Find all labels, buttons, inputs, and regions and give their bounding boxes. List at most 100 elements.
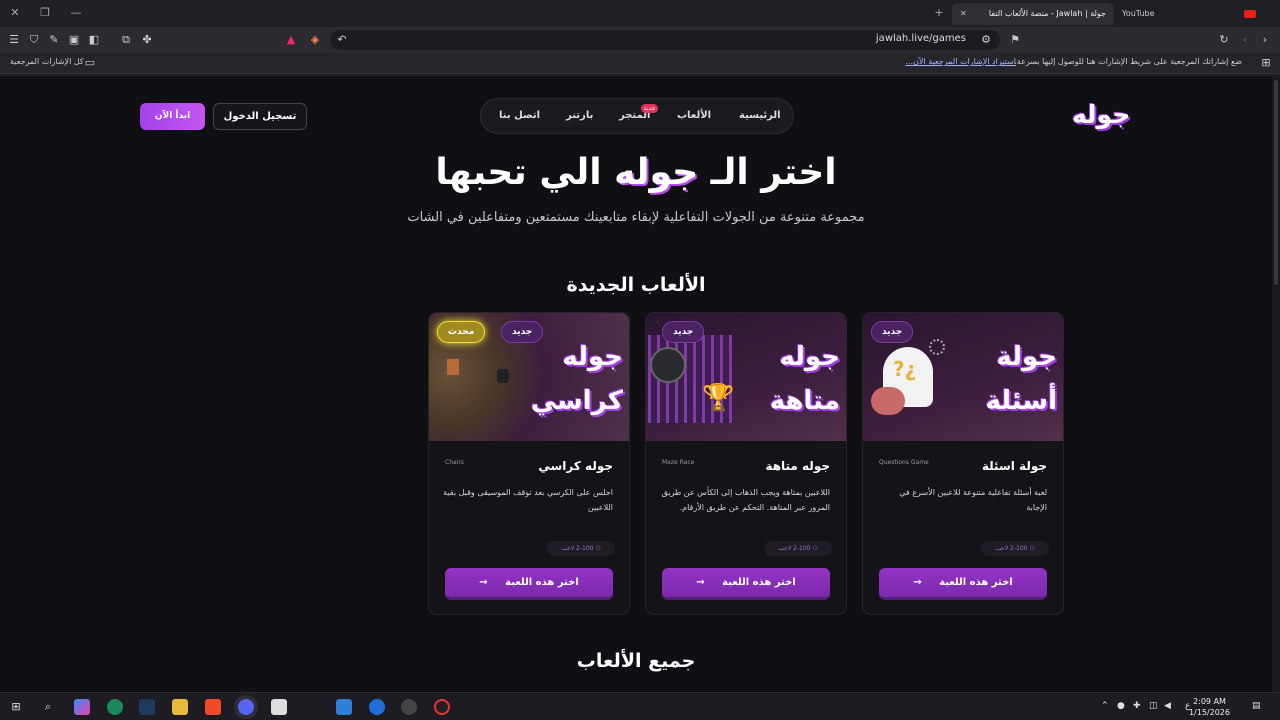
rewards-icon[interactable]: ▲ xyxy=(283,32,299,48)
screenshot-icon[interactable]: ⧉ xyxy=(118,32,134,48)
game-name: جوله متاهة xyxy=(765,459,830,473)
minimize-window-icon[interactable]: — xyxy=(69,6,83,20)
arrow-left-icon: → xyxy=(913,577,922,588)
bookmarks-import-link[interactable]: استيراد الإشارات المرجعية الآن... xyxy=(905,57,1016,66)
tab-title: YouTube xyxy=(1122,9,1155,18)
all-games-title: جميع الألعاب xyxy=(576,650,696,672)
browser-chrome: ✕ ❐ — + ✕ جولة | Jawlah - منصة الألعاب ا… xyxy=(0,0,1280,76)
nav-contact[interactable]: اتصل بنا xyxy=(499,110,540,121)
app-icon[interactable] xyxy=(369,699,385,715)
new-games-title: الألعاب الجديدة xyxy=(566,274,706,296)
game-subtitle: Maze Race xyxy=(662,459,695,466)
store-icon[interactable] xyxy=(271,699,287,715)
copilot-icon[interactable] xyxy=(74,699,90,715)
wifi-icon[interactable]: ◫ xyxy=(1149,701,1158,711)
tabs-icon[interactable]: ▣ xyxy=(66,32,82,48)
tab-close-icon[interactable]: ✕ xyxy=(960,3,967,25)
thumbnail-title: جولة أسئلة xyxy=(985,342,1057,416)
game-subtitle: Questions Game xyxy=(879,459,929,466)
game-card-questions[interactable]: ?¿ جولة أسئلة جديد جولة اسئلة Questions … xyxy=(862,312,1064,615)
reload-small-icon[interactable]: ↶ xyxy=(334,32,350,48)
game-thumbnail: ?¿ جولة أسئلة جديد xyxy=(863,313,1063,441)
select-game-button[interactable]: اختر هذه اللعبة → xyxy=(445,568,613,600)
bookmarks-bar: ⊞ ضع إشاراتك المرجعية على شريط الإشارات … xyxy=(0,53,1280,74)
apps-grid-icon[interactable]: ⊞ xyxy=(1258,55,1274,71)
steam-icon[interactable] xyxy=(139,699,155,715)
arrow-left-icon: → xyxy=(696,577,705,588)
player-icon xyxy=(497,369,509,383)
volume-icon[interactable]: ◀ xyxy=(1164,701,1171,711)
nav-games[interactable]: الألعاب xyxy=(677,110,711,121)
microphone-icon[interactable]: ● xyxy=(1117,701,1125,711)
windows-start-icon[interactable]: ⊞ xyxy=(8,699,24,715)
new-tag: جديد xyxy=(871,321,914,343)
network-app-icon[interactable]: ✚ xyxy=(1133,701,1141,711)
players-icon: ⚇ xyxy=(1029,545,1035,552)
chair-icon xyxy=(447,359,459,375)
start-button[interactable]: ابدأ الآن xyxy=(140,103,205,130)
game-card-chairs[interactable]: جوله كراسي محدث جديد جوله كراسي Chairs ا… xyxy=(428,312,630,615)
game-description: اللاعبين بمتاهة ويجب الذهاب إلى الكأس عن… xyxy=(661,488,830,512)
game-name: جولة اسئلة xyxy=(981,459,1047,473)
brave-icon[interactable] xyxy=(205,699,221,715)
question-mark-icon: ?¿ xyxy=(893,357,917,381)
notifications-icon[interactable]: ▤ xyxy=(1252,701,1261,711)
url-text: jawlah.live/games xyxy=(875,33,966,44)
all-bookmarks-label[interactable]: كل الإشارات المرجعية xyxy=(10,57,84,66)
nav-partner[interactable]: بارتنر xyxy=(566,110,593,121)
edge-icon[interactable] xyxy=(107,699,123,715)
game-description: اجلس على الكرسي بعد توقف الموسيقى وقبل ب… xyxy=(443,488,613,512)
mail-icon[interactable] xyxy=(336,699,352,715)
site-settings-icon[interactable]: ⚙ xyxy=(978,32,994,48)
scrollbar-thumb[interactable] xyxy=(1274,80,1278,285)
hero-subtitle: مجموعة متنوعة من الجولات التفاعلية لإبقا… xyxy=(407,210,865,225)
select-game-button[interactable]: اختر هذه اللعبة → xyxy=(662,568,830,600)
bookmarks-hint: ضع إشاراتك المرجعية على شريط الإشارات هن… xyxy=(1014,57,1242,66)
file-explorer-icon[interactable] xyxy=(172,699,188,715)
players-badge: ⚇ 2-100 لاعب xyxy=(764,541,832,556)
shield-icon[interactable]: ⛉ xyxy=(26,32,42,48)
close-window-icon[interactable]: ✕ xyxy=(8,6,22,20)
players-badge: ⚇ 2-100 لاعب xyxy=(981,541,1049,556)
discord-icon[interactable] xyxy=(238,699,254,715)
address-bar-row: ☰ ⛉ ✎ ▣ ◧ ⧉ ✤ ▲ ◈ ↶ jawlah.live/games ⚙ … xyxy=(0,27,1280,53)
players-icon: ⚇ xyxy=(812,545,818,552)
gear-icon xyxy=(929,339,945,355)
obs-icon[interactable] xyxy=(434,699,450,715)
tab-youtube[interactable]: YouTube xyxy=(1114,3,1264,25)
clock-time: 2:09 AM xyxy=(1193,697,1226,706)
tab-jawlah[interactable]: ✕ جولة | Jawlah - منصة الألعاب التفا xyxy=(952,3,1114,25)
nav-home[interactable]: الرئيسية xyxy=(739,110,781,121)
button-label: اختر هذه اللعبة xyxy=(939,577,1013,588)
restore-window-icon[interactable]: ❐ xyxy=(38,6,52,20)
game-name: جوله كراسي xyxy=(538,459,613,473)
updated-tag: محدث xyxy=(437,321,486,343)
search-icon[interactable]: ⌕ xyxy=(40,699,56,715)
bookmark-icon[interactable]: ⚑ xyxy=(1007,32,1023,48)
new-tag: جديد xyxy=(501,321,544,343)
players-count: 2-100 لاعب xyxy=(561,545,594,552)
puzzle-icon[interactable]: ✤ xyxy=(139,32,155,48)
folder-icon: ▭ xyxy=(84,56,96,69)
arrow-left-icon: → xyxy=(479,577,488,588)
game-subtitle: Chairs xyxy=(445,459,464,466)
site-logo[interactable]: جوله xyxy=(1072,100,1130,129)
unity-icon[interactable] xyxy=(401,699,417,715)
forward-icon[interactable]: ‹ xyxy=(1237,32,1253,48)
select-game-button[interactable]: اختر هذه اللعبة → xyxy=(879,568,1047,600)
menu-icon[interactable]: ☰ xyxy=(6,32,22,48)
new-tab-icon[interactable]: + xyxy=(932,6,946,20)
brave-shield-icon[interactable]: ◈ xyxy=(307,32,323,48)
back-icon[interactable]: › xyxy=(1257,32,1273,48)
tray-chevron-icon[interactable]: ⌃ xyxy=(1101,701,1109,711)
login-button[interactable]: تسجيل الدخول xyxy=(213,103,307,130)
reload-icon[interactable]: ↻ xyxy=(1216,32,1232,48)
bomb-illustration xyxy=(650,347,686,383)
extensions-icon[interactable]: ✎ xyxy=(46,32,62,48)
hero-title-part: اختر الـ xyxy=(710,152,837,193)
game-card-maze[interactable]: 🏆 جوله متاهة جديد جوله متاهة Maze Race ا… xyxy=(645,312,847,615)
url-bar[interactable]: ↶ jawlah.live/games ⚙ xyxy=(330,30,1000,50)
sidebar-icon[interactable]: ◧ xyxy=(86,32,102,48)
button-label: اختر هذه اللعبة xyxy=(505,577,579,588)
clock[interactable]: 2:09 AM 1/15/2026 xyxy=(1189,696,1230,718)
